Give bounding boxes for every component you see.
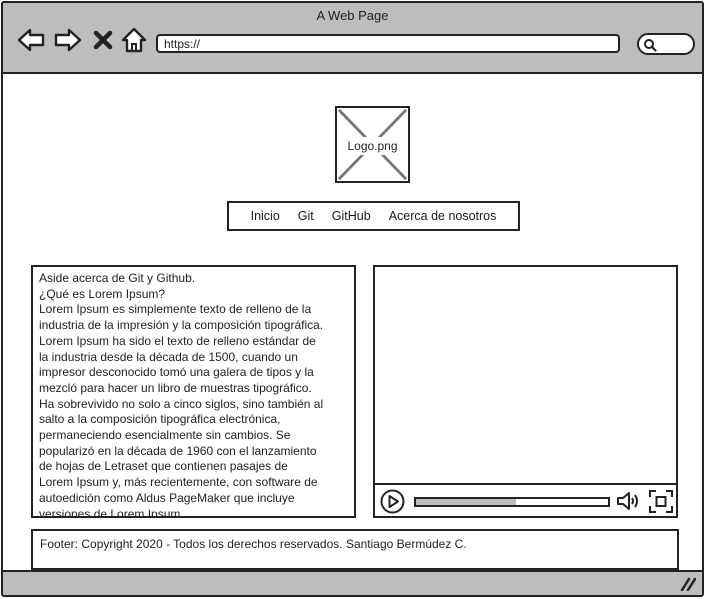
video-progress-bar[interactable]: [414, 497, 610, 507]
aside-line: versiones de Lorem Ipsum.: [39, 506, 184, 518]
window-title: A Web Page: [316, 8, 389, 23]
aside-line: la industria desde la década de 1500, cu…: [39, 349, 298, 364]
aside-line: impresor desconocido tomó una galera de …: [39, 365, 314, 380]
logo-label: Logo.png: [341, 137, 404, 155]
aside-line: Lorem Ipsum y, más recientemente, con so…: [39, 475, 318, 490]
fullscreen-icon[interactable]: [649, 490, 673, 513]
aside-panel: Aside acerca de Git y Github. ¿Qué es Lo…: [31, 265, 356, 518]
address-bar[interactable]: https://: [156, 34, 620, 53]
aside-line: Aside acerca de Git y Github.: [39, 271, 196, 285]
stop-x-icon[interactable]: [91, 26, 115, 54]
video-player[interactable]: [373, 265, 678, 518]
browser-toolbar: A Web Page https://: [3, 3, 702, 74]
search-field[interactable]: [637, 33, 695, 55]
menu-item-acerca[interactable]: Acerca de nosotros: [389, 209, 497, 223]
aside-line: Lorem Ipsum ha sido el texto de relleno …: [39, 333, 316, 348]
aside-line: Lorem Ipsum es simplemente texto de rell…: [39, 302, 312, 317]
aside-line: permaneciendo esencialmente sin cambios.…: [39, 428, 291, 443]
menu-item-github[interactable]: GitHub: [332, 209, 371, 223]
forward-arrow-icon[interactable]: [54, 26, 82, 54]
video-progress-fill: [416, 499, 516, 505]
volume-icon[interactable]: [616, 490, 642, 512]
status-bar: [3, 570, 702, 595]
aside-line: mezcló para hacer un libro de muestras t…: [39, 380, 312, 395]
aside-line: salto a la composición tipográfica elect…: [39, 412, 281, 427]
play-icon[interactable]: [380, 489, 405, 514]
main-menu: Inicio Git GitHub Acerca de nosotros: [227, 201, 520, 231]
browser-window: A Web Page https:// Logo.png Inicio Git …: [1, 1, 704, 597]
resize-grip-icon[interactable]: [680, 577, 696, 591]
magnifier-icon: [644, 39, 657, 52]
video-controls: [375, 483, 676, 516]
logo-image-placeholder: Logo.png: [335, 106, 410, 183]
page-footer: Footer: Copyright 2020 - Todos los derec…: [31, 529, 679, 570]
aside-line: autoedición como Aldus PageMaker que inc…: [39, 490, 295, 505]
aside-line: popularizó en la década de 1960 con el l…: [39, 443, 317, 458]
aside-line: industria de la impresión y la composici…: [39, 318, 324, 333]
menu-item-git[interactable]: Git: [298, 209, 314, 223]
aside-line: ¿Qué es Lorem Ipsum?: [39, 286, 166, 301]
aside-line: Ha sobrevivido no solo a cinco siglos, s…: [39, 396, 324, 411]
aside-line: de hojas de Letraset que contienen pasaj…: [39, 459, 288, 474]
back-arrow-icon[interactable]: [17, 26, 45, 54]
home-icon[interactable]: [120, 26, 148, 54]
menu-item-inicio[interactable]: Inicio: [251, 209, 280, 223]
